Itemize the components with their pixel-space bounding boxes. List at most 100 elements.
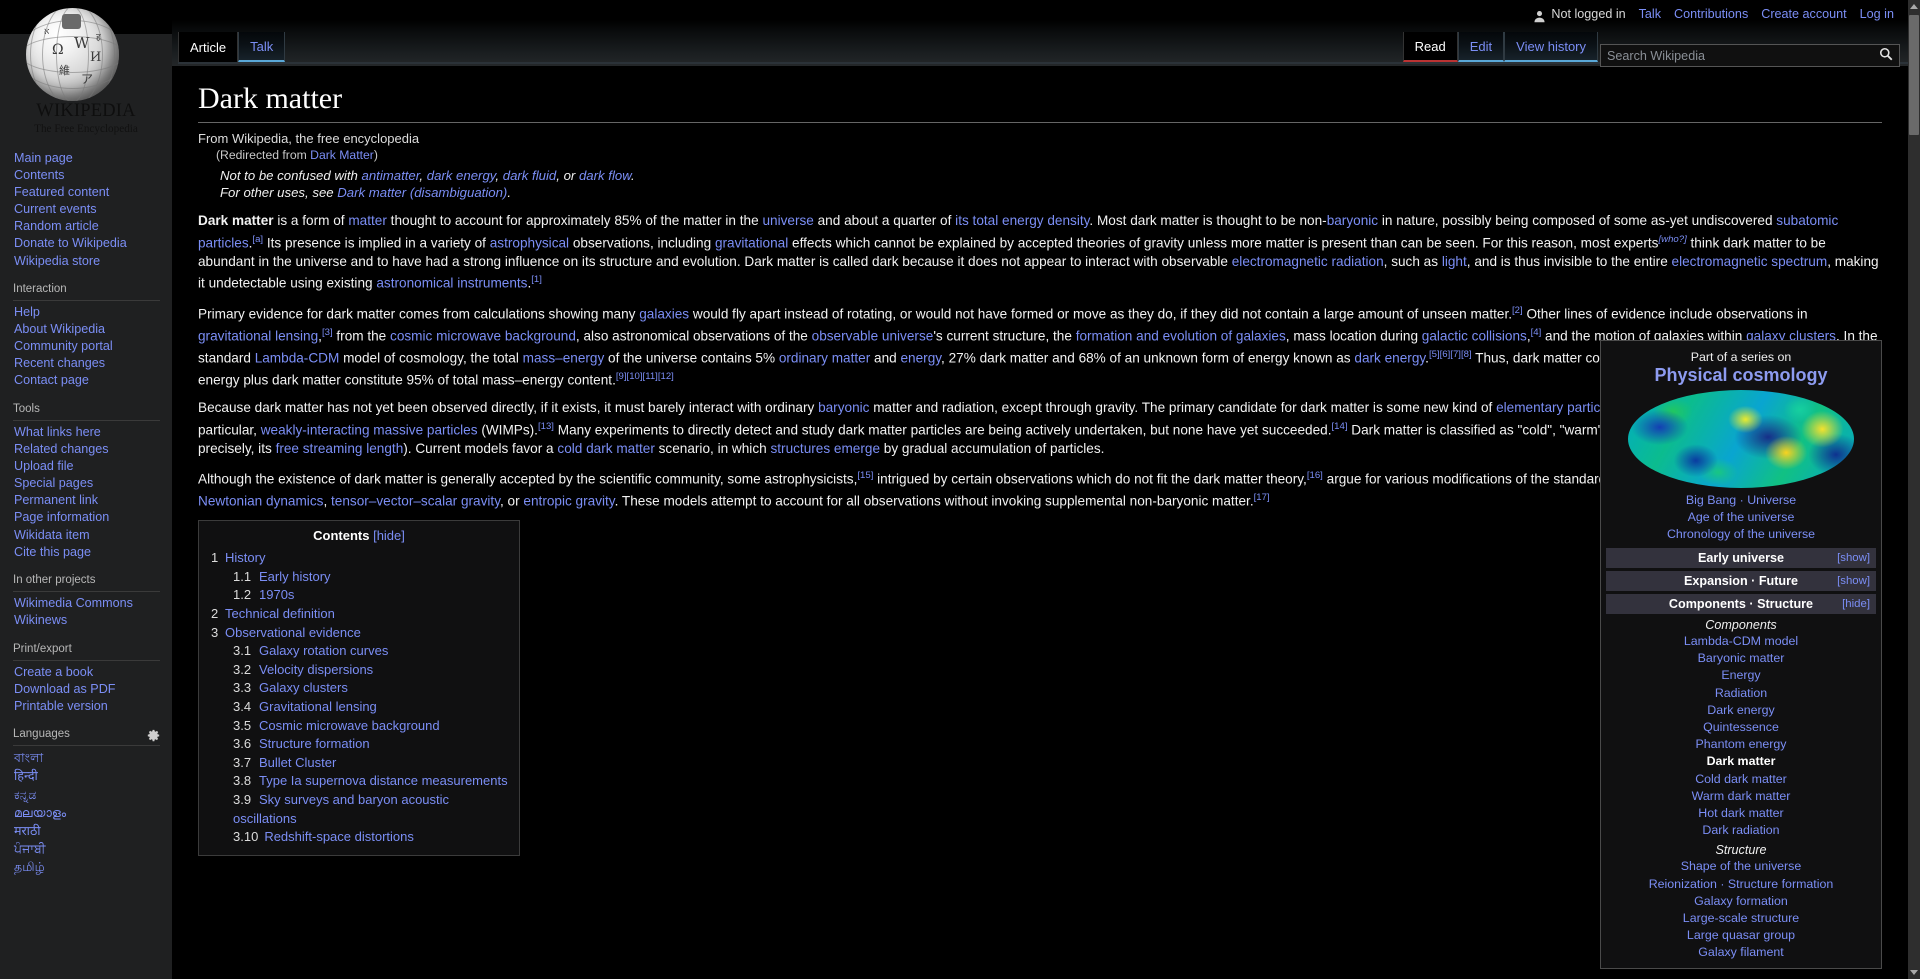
hatnote-link-antimatter[interactable]: antimatter	[361, 168, 419, 183]
reference-link[interactable]: [5][6][7][8]	[1429, 349, 1472, 360]
language-link[interactable]: ਪੰਜਾਬੀ	[14, 842, 46, 856]
language-link[interactable]: বাংলা	[14, 751, 43, 765]
toc-toggle-link[interactable]: [hide]	[373, 528, 405, 543]
sidebar-item-special-pages[interactable]: Special pages	[14, 476, 93, 490]
content-link[interactable]: dark energy	[1354, 351, 1425, 366]
toc-link-sky-surveys-and-baryon-acoustic-oscillations[interactable]: Sky surveys and baryon acoustic oscillat…	[233, 792, 449, 826]
content-link[interactable]: structures emerge	[770, 441, 880, 456]
sidebar-item-donate-to-wikipedia[interactable]: Donate to Wikipedia	[14, 236, 127, 250]
infobox-link[interactable]: Dark energy	[1707, 703, 1775, 717]
sidebar-item-page-information[interactable]: Page information	[14, 510, 109, 524]
content-link[interactable]: its total energy density	[955, 213, 1089, 228]
content-link[interactable]: gravitational lensing	[198, 329, 318, 344]
redirect-target-link[interactable]: Dark Matter	[310, 148, 374, 162]
reference-link[interactable]: [15]	[857, 470, 873, 481]
sidebar-item-recent-changes[interactable]: Recent changes	[14, 356, 105, 370]
toc-link-observational-evidence[interactable]: Observational evidence	[225, 625, 361, 640]
infobox-toggle-link[interactable]: [show]	[1837, 575, 1870, 587]
reference-link[interactable]: [9][10][11][12]	[616, 371, 674, 382]
reference-link[interactable]: [2]	[1512, 305, 1523, 316]
reference-link[interactable]: [1]	[531, 274, 542, 285]
infobox-link[interactable]: Galaxy filament	[1698, 945, 1783, 959]
scrollbar-down-arrow[interactable]	[1908, 966, 1920, 979]
toc-link-1970s[interactable]: 1970s	[259, 587, 294, 602]
content-link[interactable]: Lambda-CDM	[255, 351, 340, 366]
toc-link-early-history[interactable]: Early history	[259, 569, 331, 584]
gear-icon[interactable]	[147, 729, 160, 742]
tab-edit[interactable]: Edit	[1458, 32, 1504, 62]
sidebar-item-download-as-pdf[interactable]: Download as PDF	[14, 682, 116, 696]
infobox-link[interactable]: Hot dark matter	[1698, 806, 1783, 820]
tab-label[interactable]: Edit	[1470, 39, 1492, 54]
tab-label[interactable]: Talk	[250, 39, 273, 54]
reference-marker[interactable]: [5][6][7][8]	[1429, 349, 1472, 360]
toc-link-history[interactable]: History	[225, 550, 265, 565]
content-link[interactable]: cold dark matter	[557, 441, 654, 456]
toc-link-gravitational-lensing[interactable]: Gravitational lensing	[259, 699, 377, 714]
search-box[interactable]	[1600, 44, 1900, 67]
sidebar-item-wikimedia-commons[interactable]: Wikimedia Commons	[14, 596, 133, 610]
citation-needed-marker[interactable]: [who?]	[1658, 234, 1686, 245]
content-link[interactable]: astronomical instruments	[376, 276, 527, 291]
infobox-link[interactable]: Baryonic matter	[1698, 651, 1785, 665]
page-scrollbar[interactable]	[1908, 0, 1920, 979]
infobox-series-title-link[interactable]: Physical cosmology	[1654, 365, 1827, 385]
sidebar-item-contents[interactable]: Contents	[14, 168, 64, 182]
sidebar-item-about-wikipedia[interactable]: About Wikipedia	[14, 322, 105, 336]
content-link[interactable]: gravitational	[715, 235, 788, 250]
infobox-link[interactable]: Reionization · Structure formation	[1649, 877, 1834, 891]
content-link[interactable]: mass–energy	[523, 351, 605, 366]
sidebar-item-what-links-here[interactable]: What links here	[14, 425, 101, 439]
toc-link-technical-definition[interactable]: Technical definition	[225, 606, 335, 621]
infobox-link[interactable]: Age of the universe	[1688, 510, 1795, 524]
tab-talk[interactable]: Talk	[238, 32, 285, 62]
sidebar-item-wikipedia-store[interactable]: Wikipedia store	[14, 254, 100, 268]
sidebar-item-main-page[interactable]: Main page	[14, 151, 73, 165]
content-link[interactable]: baryonic	[818, 400, 869, 415]
infobox-series-title[interactable]: Physical cosmology	[1606, 365, 1876, 386]
sidebar-item-featured-content[interactable]: Featured content	[14, 185, 109, 199]
infobox-section-toggle[interactable]: [hide]	[1842, 598, 1870, 610]
personal-link-contributions[interactable]: Contributions	[1674, 7, 1748, 21]
scrollbar-up-arrow[interactable]	[1908, 0, 1920, 13]
reference-marker[interactable]: [9][10][11][12]	[616, 371, 674, 382]
search-button[interactable]	[1873, 45, 1899, 66]
reference-link[interactable]: [16]	[1307, 470, 1323, 481]
infobox-link[interactable]: Large quasar group	[1687, 928, 1795, 942]
cmb-map-image[interactable]	[1628, 390, 1854, 488]
reference-marker[interactable]: [a]	[252, 234, 263, 245]
content-link[interactable]: galactic collisions	[1422, 329, 1527, 344]
hatnote-link-dark-flow[interactable]: dark flow	[579, 168, 631, 183]
reference-marker[interactable]: [15]	[857, 470, 873, 481]
toc-toggle[interactable]: [hide]	[373, 528, 405, 543]
toc-link-redshift-space-distortions[interactable]: Redshift-space distortions	[264, 829, 414, 844]
reference-link[interactable]: [3]	[322, 327, 333, 338]
toc-link-structure-formation[interactable]: Structure formation	[259, 736, 370, 751]
content-link[interactable]: astrophysical	[490, 235, 569, 250]
infobox-section-header[interactable]: Expansion · Future[show]	[1606, 571, 1876, 591]
infobox-link[interactable]: Dark radiation	[1702, 823, 1779, 837]
wikipedia-logo[interactable]: W Ω И 維 ア א ह WIKIPEDIA The Free Encyclo…	[0, 0, 172, 150]
content-link[interactable]: baryonic	[1327, 213, 1378, 228]
reference-link[interactable]: [4]	[1531, 327, 1542, 338]
tab-label[interactable]: View history	[1516, 39, 1586, 54]
toc-link-bullet-cluster[interactable]: Bullet Cluster	[259, 755, 336, 770]
infobox-section-header[interactable]: Components · Structure[hide]	[1606, 594, 1876, 614]
personal-link-log-in[interactable]: Log in	[1860, 7, 1894, 21]
content-link[interactable]: entropic gravity	[523, 494, 614, 509]
content-link[interactable]: weakly-interacting massive particles	[261, 422, 478, 437]
infobox-link[interactable]: Phantom energy	[1696, 737, 1787, 751]
content-link[interactable]: ordinary matter	[779, 351, 870, 366]
infobox-link[interactable]: Large-scale structure	[1683, 911, 1799, 925]
who-link[interactable]: [who?]	[1658, 234, 1686, 245]
infobox-link[interactable]: Galaxy formation	[1694, 894, 1788, 908]
sidebar-item-create-a-book[interactable]: Create a book	[14, 665, 93, 679]
sidebar-item-help[interactable]: Help	[14, 305, 40, 319]
content-link[interactable]: elementary particle	[1496, 400, 1611, 415]
tab-article[interactable]: Article	[178, 32, 238, 62]
reference-marker[interactable]: [13]	[538, 421, 554, 432]
content-link[interactable]: light	[1442, 254, 1467, 269]
reference-link[interactable]: [a]	[252, 234, 263, 245]
infobox-link[interactable]: Chronology of the universe	[1667, 527, 1815, 541]
language-link[interactable]: हिन्दी	[14, 769, 38, 783]
